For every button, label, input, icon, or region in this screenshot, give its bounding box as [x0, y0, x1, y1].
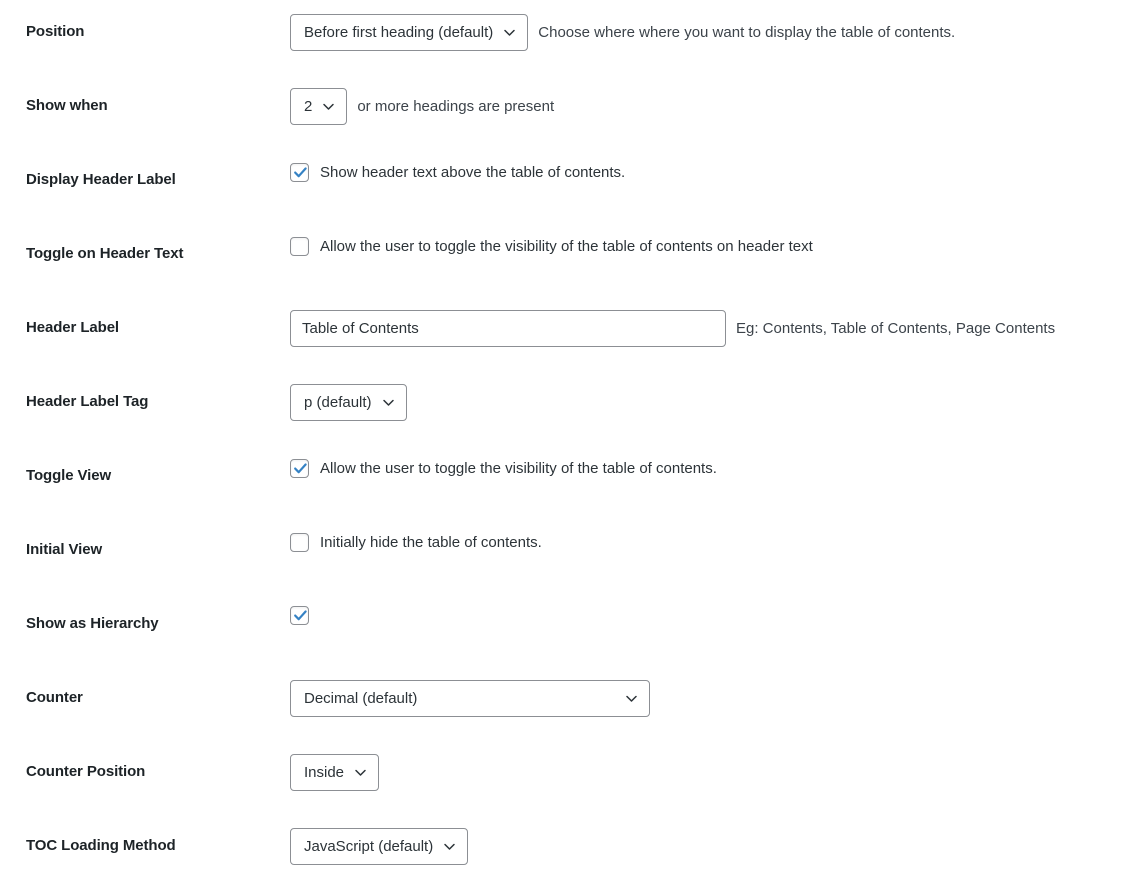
control-counter: Decimal (default) [290, 666, 1148, 717]
control-show-when: 2 or more headings are present [290, 74, 1148, 125]
setting-row-toc-loading-method: TOC Loading Method JavaScript (default) [0, 814, 1148, 888]
control-toggle-view: Allow the user to toggle the visibility … [290, 444, 1148, 479]
setting-row-show-when: Show when 2 or more headings are present [0, 74, 1148, 148]
position-select[interactable]: Before first heading (default) [290, 14, 528, 51]
label-header-label: Header Label [0, 296, 290, 338]
counter-select-value: Decimal (default) [304, 691, 417, 706]
setting-row-header-label-tag: Header Label Tag p (default) [0, 370, 1148, 444]
chevron-down-icon [625, 692, 638, 705]
chevron-down-icon [322, 100, 335, 113]
toggle-view-checkbox[interactable] [290, 459, 309, 478]
initial-view-checkbox[interactable] [290, 533, 309, 552]
label-toc-loading-method: TOC Loading Method [0, 814, 290, 856]
toggle-view-checkbox-label[interactable]: Allow the user to toggle the visibility … [320, 458, 717, 479]
label-toggle-on-header-text: Toggle on Header Text [0, 222, 290, 264]
header-label-tag-select-value: p (default) [304, 395, 382, 410]
counter-position-select-value: Inside [304, 765, 354, 780]
control-header-label: Eg: Contents, Table of Contents, Page Co… [290, 296, 1148, 347]
display-header-label-checkbox[interactable] [290, 163, 309, 182]
label-show-when: Show when [0, 74, 290, 116]
control-toc-loading-method: JavaScript (default) [290, 814, 1148, 865]
toggle-on-header-text-checkbox[interactable] [290, 237, 309, 256]
label-counter: Counter [0, 666, 290, 708]
control-show-as-hierarchy [290, 592, 1148, 625]
label-header-label-tag: Header Label Tag [0, 370, 290, 412]
label-toggle-view: Toggle View [0, 444, 290, 486]
chevron-down-icon [503, 26, 516, 39]
setting-row-toggle-view: Toggle View Allow the user to toggle the… [0, 444, 1148, 518]
chevron-down-icon [354, 766, 367, 779]
header-label-tag-select[interactable]: p (default) [290, 384, 407, 421]
show-when-select-value: 2 [304, 99, 322, 114]
setting-row-header-label: Header Label Eg: Contents, Table of Cont… [0, 296, 1148, 370]
setting-row-display-header-label: Display Header Label Show header text ab… [0, 148, 1148, 222]
label-counter-position: Counter Position [0, 740, 290, 782]
chevron-down-icon [382, 396, 395, 409]
display-header-label-checkbox-label[interactable]: Show header text above the table of cont… [320, 162, 625, 183]
toc-settings-form: Position Before first heading (default) … [0, 0, 1148, 888]
toggle-on-header-text-checkbox-label[interactable]: Allow the user to toggle the visibility … [320, 236, 813, 257]
control-initial-view: Initially hide the table of contents. [290, 518, 1148, 553]
setting-row-counter-position: Counter Position Inside [0, 740, 1148, 814]
show-when-helper-text: or more headings are present [357, 96, 554, 117]
setting-row-show-as-hierarchy: Show as Hierarchy [0, 592, 1148, 666]
label-display-header-label: Display Header Label [0, 148, 290, 190]
position-select-value: Before first heading (default) [304, 25, 503, 40]
initial-view-checkbox-label[interactable]: Initially hide the table of contents. [320, 532, 542, 553]
toc-loading-method-select-value: JavaScript (default) [304, 839, 443, 854]
label-initial-view: Initial View [0, 518, 290, 560]
control-display-header-label: Show header text above the table of cont… [290, 148, 1148, 183]
toc-loading-method-select[interactable]: JavaScript (default) [290, 828, 468, 865]
position-helper-text: Choose where where you want to display t… [538, 22, 955, 43]
control-counter-position: Inside [290, 740, 1148, 791]
show-as-hierarchy-checkbox[interactable] [290, 606, 309, 625]
chevron-down-icon [443, 840, 456, 853]
counter-select[interactable]: Decimal (default) [290, 680, 650, 717]
show-when-select[interactable]: 2 [290, 88, 347, 125]
setting-row-counter: Counter Decimal (default) [0, 666, 1148, 740]
header-label-input[interactable] [290, 310, 726, 347]
control-header-label-tag: p (default) [290, 370, 1148, 421]
counter-position-select[interactable]: Inside [290, 754, 379, 791]
header-label-helper-text: Eg: Contents, Table of Contents, Page Co… [736, 318, 1055, 339]
control-toggle-on-header-text: Allow the user to toggle the visibility … [290, 222, 1148, 257]
label-position: Position [0, 0, 290, 42]
control-position: Before first heading (default) Choose wh… [290, 0, 1148, 51]
setting-row-position: Position Before first heading (default) … [0, 0, 1148, 74]
setting-row-initial-view: Initial View Initially hide the table of… [0, 518, 1148, 592]
setting-row-toggle-on-header-text: Toggle on Header Text Allow the user to … [0, 222, 1148, 296]
label-show-as-hierarchy: Show as Hierarchy [0, 592, 290, 634]
